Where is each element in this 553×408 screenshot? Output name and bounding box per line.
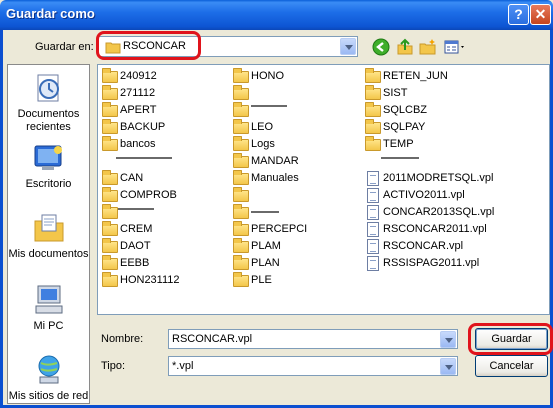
folder-icon	[102, 68, 118, 83]
folder-icon	[233, 272, 249, 287]
chevron-down-icon[interactable]	[340, 38, 356, 55]
folder-icon	[233, 187, 249, 202]
chevron-down-icon[interactable]	[440, 331, 456, 348]
place-label: Escritorio	[25, 178, 72, 190]
window-title: Guardar como	[6, 6, 95, 21]
desktop-icon	[32, 141, 66, 175]
folder-icon	[102, 102, 118, 117]
document-icon	[365, 188, 381, 203]
folder-icon	[102, 85, 118, 100]
my-documents-icon	[32, 211, 66, 245]
folder-icon	[365, 102, 381, 117]
filetype-value: *.vpl	[172, 360, 194, 372]
folder-icon	[365, 136, 381, 151]
redacted-item	[381, 157, 419, 159]
folder-icon	[233, 153, 249, 168]
place-label: Documentos recientes	[17, 108, 80, 133]
folder-icon	[233, 68, 249, 83]
place-network[interactable]: Mis sitios de red	[8, 353, 89, 403]
folder-icon	[233, 238, 249, 253]
my-computer-icon	[32, 283, 66, 317]
folder-icon	[233, 102, 249, 117]
lookin-label: Guardar en:	[35, 41, 94, 53]
folder-icon	[102, 255, 118, 270]
new-folder-icon[interactable]	[419, 38, 437, 56]
folder-icon	[233, 136, 249, 151]
folder-icon	[233, 119, 249, 134]
chevron-down-icon[interactable]	[440, 358, 456, 375]
filetype-combo[interactable]: *.vpl	[168, 356, 458, 376]
views-menu-icon[interactable]	[443, 38, 467, 56]
place-recent-documents[interactable]: Documentos recientes	[8, 71, 89, 134]
folder-icon	[233, 255, 249, 270]
document-icon	[365, 171, 381, 186]
folder-icon	[102, 238, 118, 253]
places-bar: Documentos recientes Escritorio Mis docu…	[7, 64, 90, 404]
place-desktop[interactable]: Escritorio	[8, 141, 89, 191]
folder-icon	[102, 221, 118, 236]
document-icon	[365, 205, 381, 220]
cancel-button[interactable]: Cancelar	[475, 355, 548, 377]
folder-icon	[365, 119, 381, 134]
window-frame-left	[0, 30, 3, 408]
close-button[interactable]: ✕	[530, 4, 551, 25]
place-label: Mi PC	[33, 320, 64, 332]
file-list[interactable]: 240912 271112 APERT BACKUP bancos CAN CO…	[97, 64, 550, 315]
network-places-icon	[32, 353, 66, 387]
redacted-item	[251, 211, 279, 213]
folder-icon	[102, 136, 118, 151]
redacted-item	[116, 157, 172, 159]
filename-combo[interactable]: RSCONCAR.vpl	[168, 329, 458, 349]
folder-icon	[233, 221, 249, 236]
folder-icon	[102, 187, 118, 202]
filetype-label: Tipo:	[101, 360, 126, 372]
highlight-annotation-save	[468, 323, 553, 355]
folder-icon	[233, 170, 249, 185]
folder-icon	[233, 204, 249, 219]
folder-icon	[102, 204, 118, 219]
recent-documents-icon	[32, 71, 66, 105]
document-icon	[365, 239, 381, 254]
folder-icon	[102, 170, 118, 185]
title-bar: Guardar como ? ✕	[0, 0, 553, 30]
place-my-documents[interactable]: Mis documentos	[8, 211, 89, 261]
redacted-item	[118, 208, 154, 210]
folder-icon	[102, 272, 118, 287]
document-icon	[365, 222, 381, 237]
back-icon[interactable]	[372, 38, 390, 56]
folder-icon	[365, 85, 381, 100]
redacted-item	[251, 105, 287, 107]
folder-icon	[102, 119, 118, 134]
place-label: Mis sitios de red	[8, 390, 89, 402]
place-label: Mis documentos	[8, 248, 89, 260]
filename-value: RSCONCAR.vpl	[172, 333, 253, 345]
folder-icon	[233, 85, 249, 100]
filename-label: Nombre:	[101, 333, 144, 345]
help-button[interactable]: ?	[508, 4, 529, 25]
place-my-computer[interactable]: Mi PC	[8, 283, 89, 333]
document-icon	[365, 256, 381, 271]
up-folder-icon[interactable]	[396, 38, 414, 56]
highlight-annotation-lookin	[96, 31, 201, 60]
folder-icon	[365, 68, 381, 83]
